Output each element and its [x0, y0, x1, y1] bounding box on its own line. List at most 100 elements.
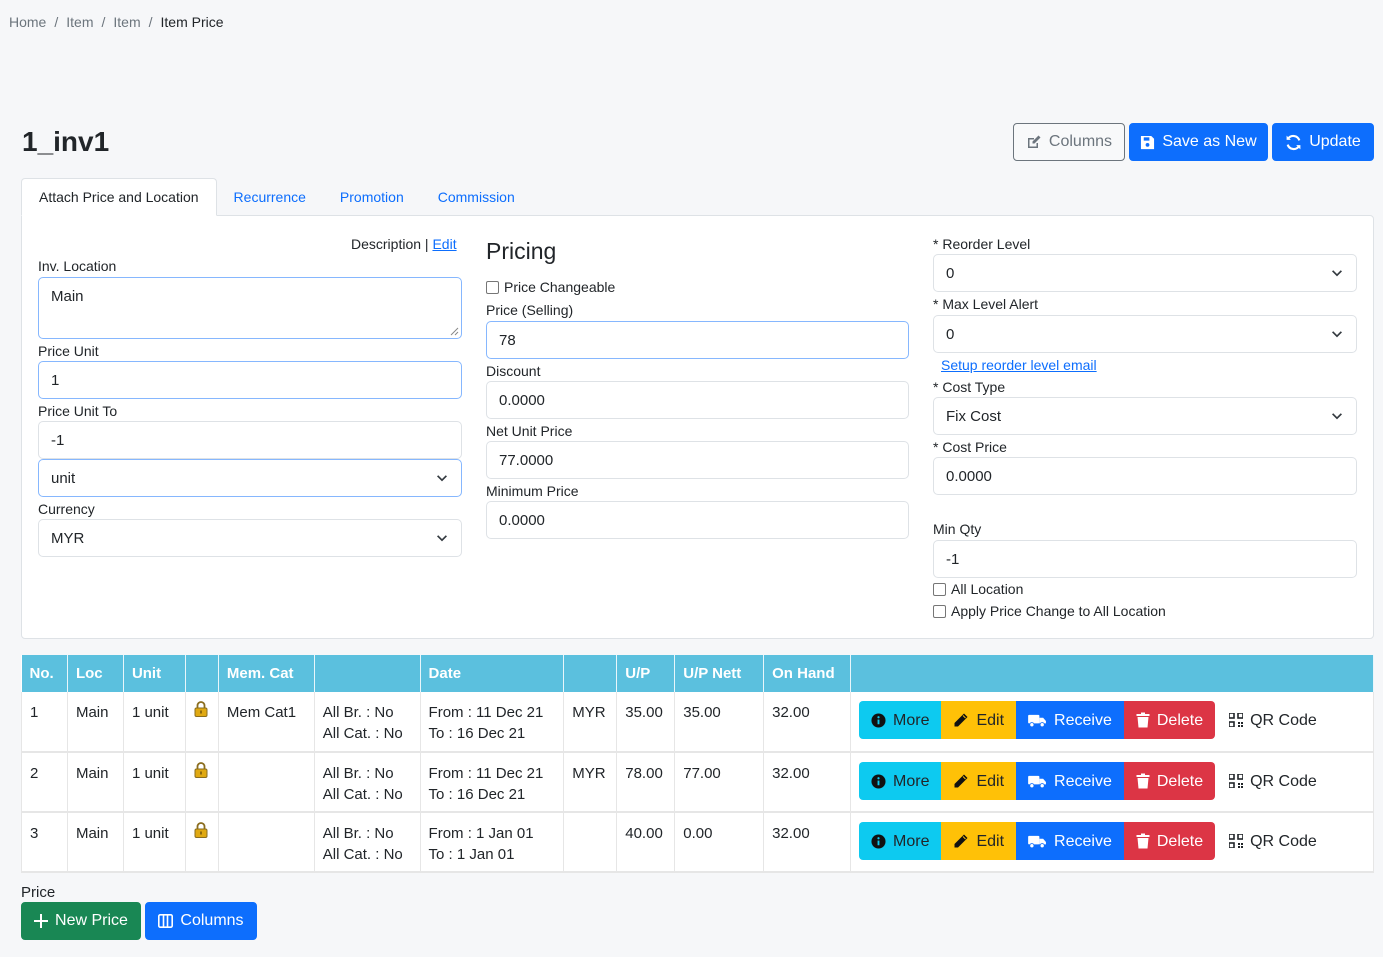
header-up-nett[interactable]: U/P Nett: [674, 655, 765, 692]
header-date[interactable]: Date: [420, 655, 565, 692]
qr-code-button[interactable]: QR Code: [1215, 822, 1329, 860]
net-unit-price-input[interactable]: 77.0000: [486, 441, 909, 479]
edit-button[interactable]: Edit: [941, 701, 1017, 739]
columns-button-label: Columns: [1048, 133, 1113, 150]
setup-reorder-email-link[interactable]: Setup reorder level email: [941, 357, 1097, 373]
inv-location-textarea[interactable]: Main: [38, 277, 462, 339]
more-label: More: [893, 772, 930, 790]
more-button[interactable]: More: [859, 701, 942, 739]
tab-attach-price-location[interactable]: Attach Price and Location: [21, 178, 217, 216]
price-unit-input[interactable]: 1: [38, 361, 462, 399]
header-on-hand[interactable]: On Hand: [763, 655, 852, 692]
net-unit-price-value: 77.0000: [499, 451, 554, 469]
cell-actions: More Edit Receive Delete QR Code: [850, 812, 1374, 873]
breadcrumb-item-2[interactable]: Item: [113, 14, 140, 30]
receive-label: Receive: [1054, 772, 1112, 790]
edit-button[interactable]: Edit: [941, 762, 1017, 800]
cell-mem-cat: [218, 752, 315, 813]
edit-label: Edit: [976, 711, 1005, 729]
header-unit[interactable]: Unit: [123, 655, 186, 692]
discount-input[interactable]: 0.0000: [486, 381, 909, 419]
apply-all-checkbox[interactable]: [933, 604, 946, 618]
row-on-hand: 32.00: [772, 765, 810, 782]
price-selling-input[interactable]: 78: [486, 321, 909, 359]
qr-code-button[interactable]: QR Code: [1215, 762, 1329, 800]
footer-columns-button[interactable]: Columns: [145, 902, 257, 940]
page-title: 1_inv1: [22, 126, 110, 157]
breadcrumb-item[interactable]: Item: [66, 14, 93, 30]
more-button[interactable]: More: [859, 762, 942, 800]
delete-button[interactable]: Delete: [1123, 822, 1216, 860]
header-branch: [314, 655, 421, 692]
description-edit-link[interactable]: Edit: [432, 236, 456, 252]
row-loc: Main: [75, 825, 109, 842]
lock-icon[interactable]: [194, 822, 210, 838]
cell-on-hand: 32.00: [763, 692, 852, 753]
cell-up: 35.00: [616, 692, 676, 753]
currency-select[interactable]: MYR: [38, 519, 462, 557]
cell-mem-cat: Mem Cat1: [218, 692, 315, 753]
breadcrumb-separator: /: [148, 14, 153, 30]
cell-no: 3: [21, 812, 68, 873]
breadcrumb-home[interactable]: Home: [9, 14, 46, 30]
tab-promotion[interactable]: Promotion: [323, 178, 421, 216]
header-loc[interactable]: Loc: [67, 655, 124, 692]
cost-price-input[interactable]: 0.0000: [933, 457, 1357, 495]
header-up[interactable]: U/P: [616, 655, 676, 692]
qr-code-button[interactable]: QR Code: [1215, 701, 1329, 739]
header-no[interactable]: No.: [21, 655, 68, 692]
chevron-down-icon: [435, 471, 449, 485]
price-unit-label: Price Unit: [38, 343, 99, 359]
cell-on-hand: 32.00: [763, 812, 852, 873]
price-changeable-label: Price Changeable: [504, 279, 616, 295]
columns-icon: [158, 914, 174, 928]
cell-branch: All Br. : No All Cat. : No: [314, 692, 421, 753]
edit-square-icon: [1026, 134, 1042, 150]
receive-button[interactable]: Receive: [1016, 701, 1124, 739]
table-row: 1 Main 1 unit Mem Cat1 All Br. : No All …: [21, 692, 1374, 753]
new-price-button[interactable]: New Price: [21, 902, 141, 940]
save-as-new-button[interactable]: Save as New: [1129, 123, 1268, 161]
row-loc: Main: [75, 704, 109, 721]
price-selling-label: Price (Selling): [486, 302, 574, 318]
row-all-category: All Cat. : No: [322, 846, 403, 863]
columns-button[interactable]: Columns: [1013, 123, 1125, 161]
apply-all-label: Apply Price Change to All Location: [951, 603, 1166, 619]
price-unit-to-input[interactable]: -1: [38, 421, 462, 459]
row-no: 3: [30, 825, 39, 842]
breadcrumb-separator: /: [101, 14, 106, 30]
price-unit-to-label: Price Unit To: [38, 403, 118, 419]
tab-commission[interactable]: Commission: [421, 178, 532, 216]
cost-type-select[interactable]: Fix Cost: [933, 397, 1357, 435]
qr-code-icon: [1229, 774, 1244, 788]
header-mem-cat[interactable]: Mem. Cat: [218, 655, 315, 692]
lock-icon[interactable]: [194, 701, 210, 717]
lock-icon[interactable]: [194, 762, 210, 778]
update-button[interactable]: Update: [1272, 123, 1374, 161]
reorder-level-select[interactable]: 0: [933, 254, 1357, 292]
cell-actions: More Edit Receive Delete QR Code: [850, 692, 1374, 753]
receive-button[interactable]: Receive: [1016, 822, 1124, 860]
edit-button[interactable]: Edit: [941, 822, 1017, 860]
max-level-alert-select[interactable]: 0: [933, 315, 1357, 353]
inv-location-label: Inv. Location: [38, 258, 117, 274]
resize-handle-icon[interactable]: [450, 327, 459, 336]
cell-date: From : 1 Jan 01 To : 1 Jan 01: [420, 812, 565, 873]
price-changeable-checkbox[interactable]: [486, 280, 499, 294]
update-label: Update: [1309, 133, 1361, 150]
cell-lock: [185, 692, 219, 753]
tab-recurrence[interactable]: Recurrence: [217, 178, 323, 216]
receive-button[interactable]: Receive: [1016, 762, 1124, 800]
more-button[interactable]: More: [859, 822, 942, 860]
trash-icon: [1136, 712, 1150, 728]
unit-select[interactable]: unit: [38, 459, 462, 497]
min-qty-input[interactable]: -1: [933, 540, 1357, 578]
delete-button[interactable]: Delete: [1123, 701, 1216, 739]
minimum-price-input[interactable]: 0.0000: [486, 501, 909, 539]
delete-button[interactable]: Delete: [1123, 762, 1216, 800]
net-unit-price-label: Net Unit Price: [486, 423, 573, 439]
row-date-from: From : 1 Jan 01: [428, 825, 534, 842]
breadcrumb-current: Item Price: [160, 14, 224, 30]
all-location-checkbox[interactable]: [933, 582, 946, 596]
row-no: 2: [30, 765, 39, 782]
